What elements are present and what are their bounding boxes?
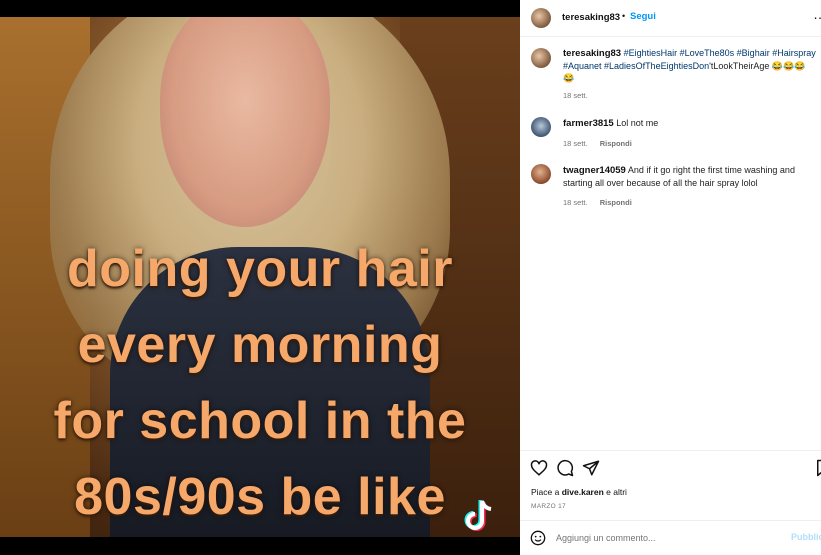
follow-button[interactable]: Segui: [630, 11, 656, 22]
heart-icon[interactable]: [530, 459, 548, 477]
video-caption-line-3: for school in the: [53, 392, 467, 450]
caption-tail: 'tLookTheirAge 😂😂😂: [709, 61, 806, 71]
likes-user[interactable]: dive.karen: [562, 487, 604, 497]
avatar[interactable]: [531, 8, 551, 28]
comment-username[interactable]: farmer3815: [563, 118, 614, 129]
add-comment-bar: Pubblica: [520, 520, 821, 555]
video-frame[interactable]: doing your hair every morning for school…: [0, 17, 520, 537]
post-header: teresaking83 • Segui …: [520, 0, 821, 37]
caption-hashtags-2[interactable]: #Aquanet #LadiesOfTheEightiesDon: [563, 61, 709, 71]
publish-button[interactable]: Pubblica: [791, 532, 821, 542]
likes-summary[interactable]: Piace a dive.karen e altri: [531, 487, 627, 497]
more-options-icon[interactable]: …: [813, 6, 821, 22]
caption-time[interactable]: 18 sett.: [563, 91, 588, 100]
comment-meta: 18 sett. Rispondi: [563, 139, 642, 148]
likes-suffix: e altri: [603, 487, 627, 497]
likes-prefix: Piace a: [531, 487, 562, 497]
emoji-icon[interactable]: [530, 530, 546, 546]
caption-hashtags-1[interactable]: #EightiesHair #LoveThe80s #Bighair #Hair…: [624, 48, 816, 58]
comment-username[interactable]: twagner14059: [563, 165, 626, 176]
avatar[interactable]: [531, 164, 551, 184]
comment-text: twagner14059 And if it go right the firs…: [563, 164, 818, 189]
avatar[interactable]: [531, 48, 551, 68]
separator-dot: •: [622, 11, 626, 21]
share-icon[interactable]: [582, 459, 600, 477]
header-username[interactable]: teresaking83: [562, 12, 620, 23]
comment-body: Lol not me: [616, 118, 659, 128]
post-side-panel: teresaking83 • Segui … teresaking83 #Eig…: [520, 0, 821, 555]
comment-icon[interactable]: [556, 459, 574, 477]
comment-text: farmer3815 Lol not me: [563, 117, 818, 130]
caption-text: teresaking83 #EightiesHair #LoveThe80s #…: [563, 47, 821, 84]
comment-input[interactable]: [556, 530, 776, 546]
bookmark-icon[interactable]: [814, 459, 821, 477]
reply-button[interactable]: Rispondi: [600, 198, 632, 207]
avatar[interactable]: [531, 117, 551, 137]
video-caption-line-4: 80s/90s be like: [74, 468, 446, 526]
comment-meta: 18 sett. Rispondi: [563, 198, 642, 207]
comment-time[interactable]: 18 sett.: [563, 139, 588, 148]
post-media[interactable]: doing your hair every morning for school…: [0, 0, 520, 555]
video-caption-line-2: every morning: [77, 316, 443, 374]
reply-button[interactable]: Rispondi: [600, 139, 632, 148]
tiktok-logo-icon: [464, 500, 492, 531]
video-caption-line-1: doing your hair: [67, 240, 453, 298]
post-actions: Piace a dive.karen e altri MARZO 17: [520, 450, 821, 521]
post-date[interactable]: MARZO 17: [531, 503, 566, 510]
comment-time[interactable]: 18 sett.: [563, 198, 588, 207]
caption-emoji: 😂: [563, 73, 575, 83]
caption-meta: 18 sett.: [563, 91, 598, 100]
caption-username[interactable]: teresaking83: [563, 48, 621, 59]
